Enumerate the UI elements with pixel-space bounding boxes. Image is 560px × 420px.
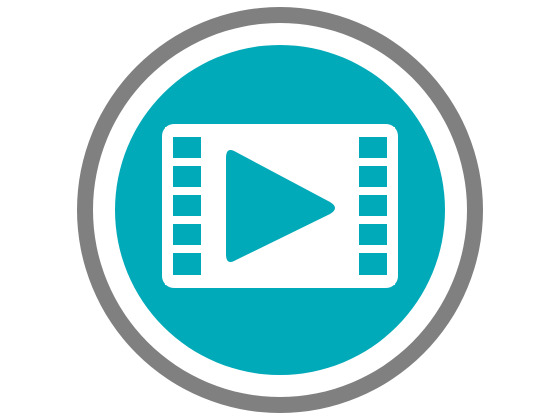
video-play-icon (77, 7, 483, 413)
video-play-badge (0, 0, 560, 420)
